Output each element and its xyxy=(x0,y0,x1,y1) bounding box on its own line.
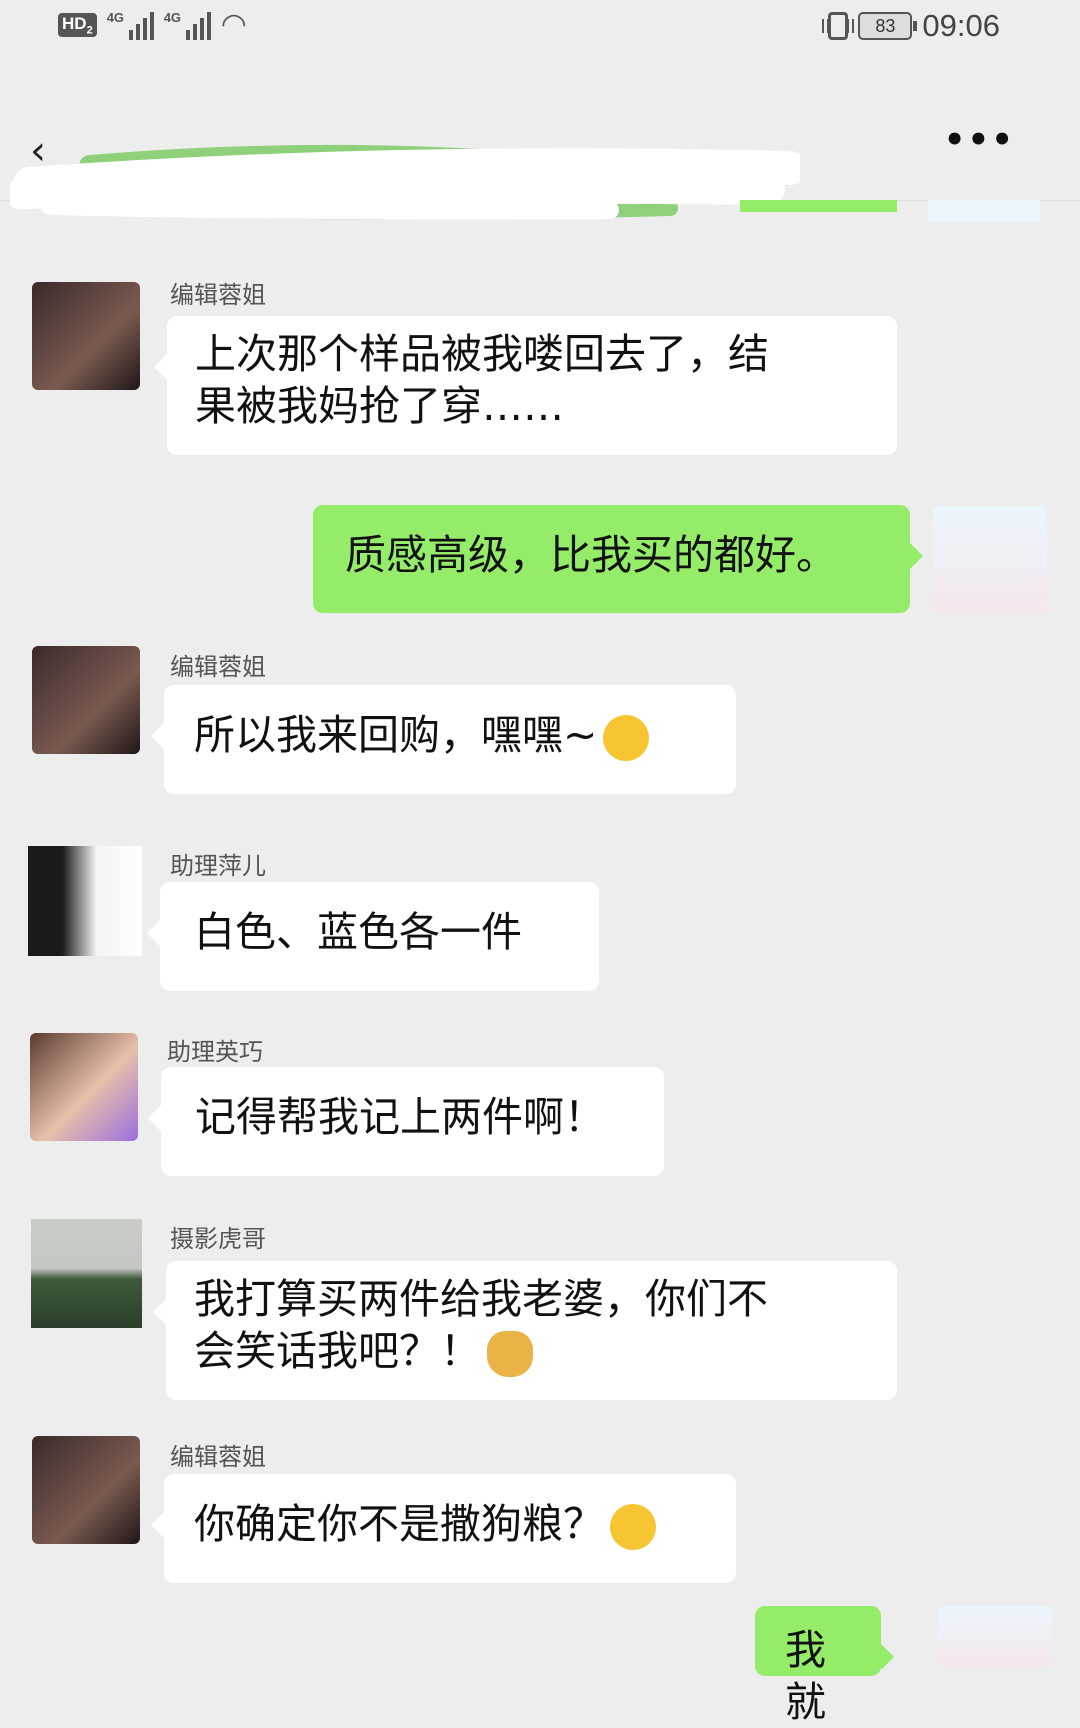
message-text: 质感高级，比我买的都好。 xyxy=(345,531,837,579)
redaction-scribble xyxy=(10,144,800,220)
message-line: 上次那个样品被我喽回去了，结 xyxy=(195,330,769,378)
my-avatar[interactable] xyxy=(938,1606,1052,1666)
clock: 09:06 xyxy=(922,8,1000,43)
sender-name: 助理英巧 xyxy=(167,1038,263,1066)
avatar[interactable] xyxy=(32,282,140,390)
message-line: 会笑话我吧？！ xyxy=(194,1327,481,1375)
message-bubble[interactable]: 质感高级，比我买的都好。 xyxy=(313,505,923,613)
message-bubble[interactable]: 你确定你不是撒狗粮？ xyxy=(151,1474,736,1583)
message-bubble[interactable]: 我打算买两件给我老婆，你们不 会笑话我吧？！ xyxy=(153,1261,897,1400)
chat-header: ‹ ••• xyxy=(0,60,1080,220)
message-line: 我打算买两件给我老婆，你们不 xyxy=(194,1275,768,1323)
message-line: 果被我妈抢了穿…… xyxy=(195,382,564,430)
avatar[interactable] xyxy=(32,1436,140,1544)
my-avatar[interactable] xyxy=(933,506,1047,613)
message-text: 记得帮我记上两件啊！ xyxy=(195,1093,605,1141)
message-bubble[interactable]: 记得帮我记上两件啊！ xyxy=(148,1067,664,1176)
previous-bubble-edge xyxy=(740,200,897,212)
doge-emoji-icon xyxy=(487,1331,533,1377)
message-text: 所以我来回购，嘿嘿~ xyxy=(194,711,598,759)
message-bubble[interactable]: 上次那个样品被我喽回去了，结 果被我妈抢了穿…… xyxy=(154,316,897,455)
message-text: 白色、蓝色各一件 xyxy=(194,908,522,956)
vibrate-icon xyxy=(822,12,855,40)
avatar[interactable] xyxy=(28,846,142,956)
message-bubble[interactable]: 我就 xyxy=(755,1606,894,1726)
sender-name: 编辑蓉姐 xyxy=(170,653,266,681)
sender-name: 摄影虎哥 xyxy=(170,1225,266,1253)
previous-avatar-edge xyxy=(928,200,1040,222)
battery-icon: 83 xyxy=(858,12,918,40)
hd-indicator: HD2 xyxy=(58,12,97,38)
message-bubble[interactable]: 白色、蓝色各一件 xyxy=(147,882,599,991)
status-bar: HD2 4G 4G ◠ 83 09:06 xyxy=(0,0,1080,52)
signal-icon-2: 4G xyxy=(164,10,211,40)
signal-icon: 4G xyxy=(107,10,154,40)
avatar[interactable] xyxy=(30,1033,138,1141)
message-bubble[interactable]: 所以我来回购，嘿嘿~ xyxy=(151,685,736,794)
sender-name: 编辑蓉姐 xyxy=(170,1443,266,1471)
thinking-emoji-icon xyxy=(603,715,650,761)
laughing-crying-emoji-icon xyxy=(610,1504,656,1550)
sender-name: 编辑蓉姐 xyxy=(170,281,266,309)
wifi-icon: ◠ xyxy=(220,7,247,42)
message-text: 你确定你不是撒狗粮？ xyxy=(194,1500,604,1548)
message-text: 我就 xyxy=(785,1626,826,1726)
avatar[interactable] xyxy=(31,1219,142,1328)
avatar[interactable] xyxy=(32,646,140,754)
sender-name: 助理萍儿 xyxy=(170,852,266,880)
more-options-icon[interactable]: ••• xyxy=(944,120,1015,160)
